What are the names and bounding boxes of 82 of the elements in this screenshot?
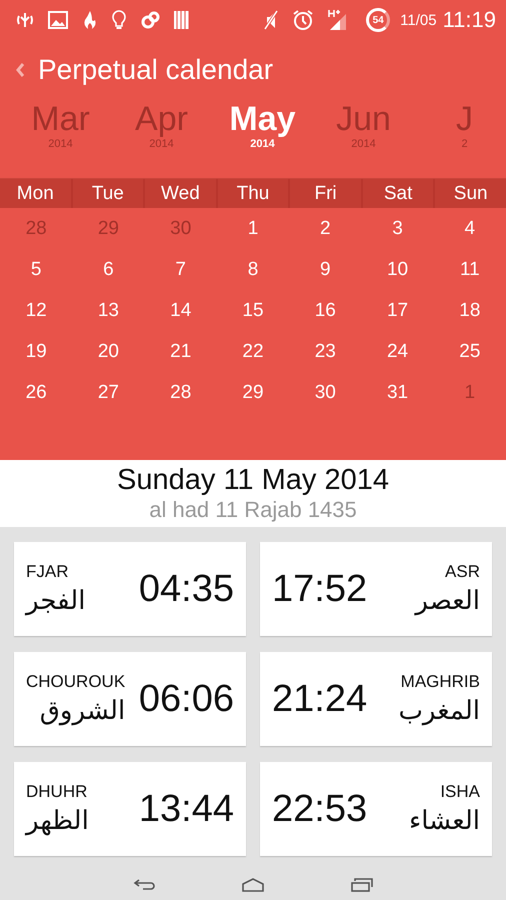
calendar-day[interactable]: 24 <box>361 331 434 372</box>
home-icon[interactable] <box>242 878 264 892</box>
calendar-day[interactable]: 1 <box>434 372 506 413</box>
battery-icon: 54 <box>366 8 390 32</box>
calendar-day[interactable]: 9 <box>289 249 362 290</box>
gregorian-date: Sunday 11 May 2014 <box>117 464 389 497</box>
weekday-header: Wed <box>145 179 216 208</box>
prayer-name: DHUHR <box>26 782 88 802</box>
prayer-arabic-name: الفجر <box>26 586 86 616</box>
calendar-day[interactable]: 3 <box>361 208 434 249</box>
month-tab[interactable]: Mar 2014 <box>10 100 111 178</box>
calendar-day[interactable]: 14 <box>144 290 217 331</box>
status-time: 11:19 <box>442 7 496 33</box>
recents-icon[interactable] <box>350 878 373 892</box>
calendar-day[interactable]: 23 <box>289 331 362 372</box>
weekday-header: Mon <box>0 179 71 208</box>
calendar-day[interactable]: 7 <box>144 249 217 290</box>
calendar-day[interactable]: 13 <box>72 290 145 331</box>
calendar-day[interactable]: 11 <box>434 249 506 290</box>
calendar-day[interactable]: 28 <box>144 372 217 413</box>
calendar-day[interactable]: 6 <box>72 249 145 290</box>
weekday-header: Fri <box>290 179 361 208</box>
prayer-time: 04:35 <box>138 568 234 610</box>
prayer-time: 13:44 <box>138 788 234 830</box>
calendar-day[interactable]: 4 <box>434 208 506 249</box>
prayer-name: FJAR <box>26 562 70 582</box>
image-icon <box>48 11 68 29</box>
month-tab[interactable]: Apr 2014 <box>111 100 212 178</box>
calendar-day[interactable]: 27 <box>72 372 145 413</box>
calendar-day[interactable]: 1 <box>216 208 290 249</box>
calendar-day[interactable]: 30 <box>144 208 217 249</box>
calendar-day[interactable]: 5 <box>0 249 72 290</box>
calendar-day[interactable]: 12 <box>0 290 72 331</box>
calendar-day[interactable]: 15 <box>216 290 290 331</box>
app-title: Perpetual calendar <box>38 54 274 86</box>
calendar-day[interactable]: 19 <box>0 331 72 372</box>
calendar-day[interactable]: 31 <box>361 372 434 413</box>
prayer-arabic-name: المغرب <box>398 696 480 726</box>
weekday-header: Thu <box>218 179 288 208</box>
bulb-icon <box>112 10 126 30</box>
month-tab[interactable]: Jun 2014 <box>313 100 414 178</box>
prayer-arabic-name: العشاء <box>408 806 480 836</box>
calendar-day[interactable]: 20 <box>72 331 145 372</box>
calendar-day[interactable]: 30 <box>289 372 362 413</box>
month-tab[interactable]: J 2 <box>414 100 506 178</box>
prayer-time: 06:06 <box>138 678 234 720</box>
prayer-time: 21:24 <box>272 678 368 720</box>
calendar-day[interactable]: 29 <box>72 208 145 249</box>
calendar-day[interactable]: 17 <box>361 290 434 331</box>
calendar-day[interactable]: 16 <box>289 290 362 331</box>
prayer-name: ISHA <box>440 782 480 802</box>
status-date: 11/05 <box>400 12 437 28</box>
hijri-date: al had 11 Rajab 1435 <box>149 497 357 523</box>
calendar-day[interactable]: 21 <box>144 331 217 372</box>
calendar-day[interactable]: 29 <box>216 372 290 413</box>
calendar-day[interactable]: 8 <box>216 249 290 290</box>
link-icon <box>140 10 160 30</box>
mute-icon <box>264 10 278 30</box>
prayer-time: 22:53 <box>272 788 368 830</box>
calendar-day[interactable]: 18 <box>434 290 506 331</box>
calendar-day[interactable]: 26 <box>0 372 72 413</box>
barcode-icon <box>174 10 190 30</box>
prayer-arabic-name: العصر <box>415 586 480 616</box>
calendar-day[interactable]: 28 <box>0 208 72 249</box>
weekday-header: Tue <box>72 179 144 208</box>
usb-icon <box>16 11 34 29</box>
weekday-header: Sat <box>362 179 434 208</box>
weekday-header: Sun <box>435 179 506 208</box>
prayer-arabic-name: الشروق <box>38 696 126 726</box>
prayer-time: 17:52 <box>272 568 368 610</box>
prayer-arabic-name: الظهر <box>26 806 89 836</box>
calendar-day[interactable]: 25 <box>434 331 506 372</box>
prayer-name: MAGHRIB <box>400 672 480 692</box>
month-tab[interactable]: May 2014 <box>212 100 313 178</box>
calendar-day[interactable]: 22 <box>216 331 290 372</box>
back-icon[interactable] <box>133 878 156 892</box>
flame-icon <box>82 10 98 30</box>
calendar-day[interactable]: 10 <box>361 249 434 290</box>
calendar-day[interactable]: 2 <box>289 208 362 249</box>
prayer-name: CHOUROUK <box>26 672 126 692</box>
alarm-icon <box>292 9 314 31</box>
prayer-name: ASR <box>445 562 480 582</box>
